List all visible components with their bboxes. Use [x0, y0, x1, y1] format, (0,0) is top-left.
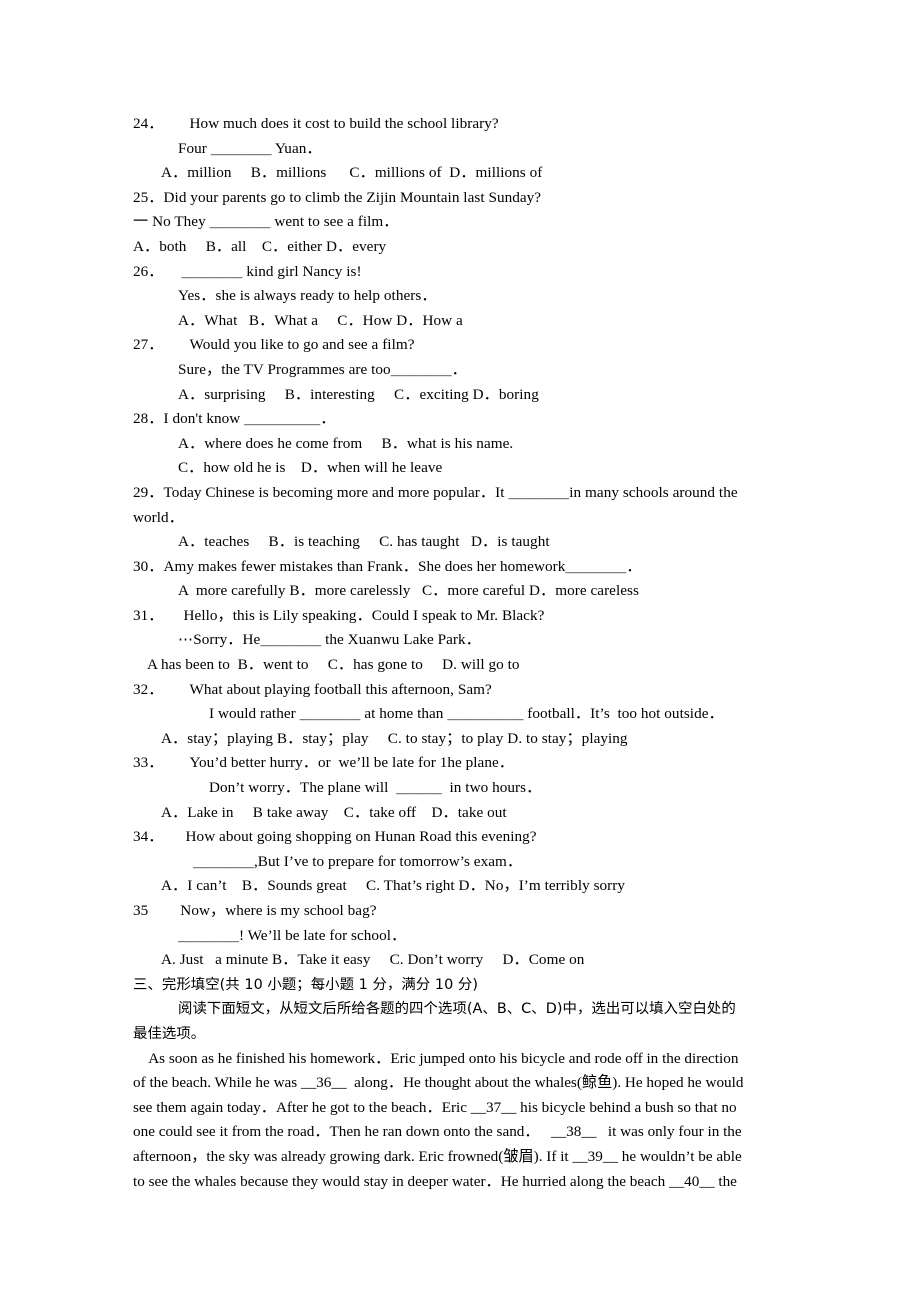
question-31-number: 31． — [133, 606, 164, 624]
question-25-reply: 一 No They ＿＿＿＿ went to see a film． — [133, 213, 399, 231]
question-24-number-and-stem: 24． How much does it cost to build the sc… — [133, 112, 820, 137]
question-26-options: A．What B．What a C．How D．How a — [178, 311, 463, 329]
question-24-number: 24． — [133, 115, 164, 132]
question-30-number-and-stem: 30．Amy makes fewer mistakes than Frank．S… — [133, 555, 820, 580]
question-26-number-and-stem: 26． ＿＿＿＿ kind girl Nancy is! — [133, 260, 820, 285]
question-25-options: A．both B．all C．either D．every — [133, 237, 387, 255]
question-28-options-ab: A．where does he come from B．what is his … — [178, 434, 514, 452]
question-29-stem: Today Chinese is becoming more and more … — [163, 483, 738, 501]
question-34-number: 34． — [133, 828, 164, 846]
question-27-reply: Sure，the TV Programmes are too＿＿＿＿． — [178, 360, 467, 378]
question-32-number: 32． — [133, 680, 164, 698]
question-34-options: A．I can’t B．Sounds great C. That’s right… — [161, 877, 626, 895]
question-33-reply: Don’t worry．The plane will ＿＿＿ in two ho… — [209, 779, 542, 797]
section-instruction-line-1: 阅读下面短文，从短文后所给各题的四个选项(A、B、C、D)中，选出可以填入空白处… — [178, 1001, 736, 1018]
cloze-passage-line-2: of the beach. While he was __36__ along．… — [133, 1074, 744, 1092]
question-35-number-and-stem: 35 Now，where is my school bag? — [133, 899, 820, 924]
cloze-passage-line-1: As soon as he finished his homework．Eric… — [133, 1049, 739, 1067]
question-31-options: A has been to B．went to C．has gone to D.… — [147, 656, 520, 674]
question-33-number: 33． — [133, 754, 164, 772]
question-33-number-and-stem: 33． You’d better hurry．or we’ll be late f… — [133, 751, 820, 776]
question-27-number-and-stem: 27． Would you like to go and see a film? — [133, 333, 820, 358]
question-26-number: 26． — [133, 262, 164, 280]
question-28-stem: I don't know ＿＿＿＿＿． — [163, 410, 336, 428]
question-24-reply: Four ＿＿＿＿ Yuan． — [178, 139, 322, 157]
exam-page: 24． How much does it cost to build the sc… — [0, 0, 920, 1302]
question-32-options: A．stay；playing B．stay；play C. to stay；to… — [161, 729, 628, 747]
question-34-reply: ＿＿＿＿,But I’ve to prepare for tomorrow’s … — [193, 852, 523, 870]
question-35-stem: Now，where is my school bag? — [180, 902, 377, 919]
question-33-options: A．Lake in B take away C．take off D．take … — [161, 803, 507, 821]
question-35-options: A. Just a minute B．Take it easy C. Don’t… — [161, 951, 585, 969]
question-25-number-and-stem: 25．Did your parents go to climb the Ziji… — [133, 186, 820, 211]
question-31-stem: Hello，this is Lily speaking．Could I spea… — [183, 606, 545, 624]
question-28-number-and-stem: 28．I don't know ＿＿＿＿＿． — [133, 407, 820, 432]
question-24-stem: How much does it cost to build the schoo… — [189, 115, 499, 132]
question-27-options: A．surprising B．interesting C．exciting D．… — [178, 385, 539, 403]
question-30-number: 30． — [133, 557, 164, 575]
question-25-stem: Did your parents go to climb the Zijin M… — [163, 188, 542, 206]
question-27-stem: Would you like to go and see a film? — [189, 336, 415, 354]
question-27-number: 27． — [133, 336, 164, 354]
cloze-passage-line-3: see them again today．After he got to the… — [133, 1098, 737, 1116]
section-instruction-line-2: 最佳选项。 — [133, 1025, 206, 1042]
question-24-options: A．million B．millions C．millions of D．mil… — [161, 164, 543, 182]
question-35-reply: ＿＿＿＿! We’ll be late for school． — [178, 926, 407, 944]
question-28-number: 28． — [133, 410, 164, 428]
question-34-stem: How about going shopping on Hunan Road t… — [185, 828, 537, 846]
question-25-number: 25． — [133, 188, 164, 206]
question-31-number-and-stem: 31． Hello，this is Lily speaking．Could I s… — [133, 604, 820, 629]
question-35-number: 35 — [133, 902, 149, 919]
question-33-stem: You’d better hurry．or we’ll be late for … — [189, 754, 515, 772]
question-26-stem: ＿＿＿＿ kind girl Nancy is! — [181, 262, 362, 280]
cloze-passage-line-5: afternoon，the sky was already growing da… — [133, 1147, 742, 1165]
question-29-stem-continuation: world． — [133, 508, 184, 526]
question-29-number: 29． — [133, 483, 164, 501]
cloze-passage-line-4: one could see it from the road．Then he r… — [133, 1123, 742, 1141]
question-30-stem: Amy makes fewer mistakes than Frank．She … — [163, 557, 642, 575]
question-30-options: A more carefully B．more carelessly C．mor… — [178, 582, 639, 600]
question-26-reply: Yes．she is always ready to help others． — [178, 287, 437, 305]
question-32-reply: I would rather ＿＿＿＿ at home than ＿＿＿＿＿ f… — [209, 705, 724, 723]
section-heading-cloze: 三、完形填空(共 10 小题；每小题 1 分，满分 10 分) — [133, 976, 479, 993]
question-31-reply: ⋯Sorry．He＿＿＿＿ the Xuanwu Lake Park． — [178, 631, 481, 649]
question-28-options-cd: C．how old he is D．when will he leave — [178, 459, 443, 477]
question-29-number-and-stem: 29．Today Chinese is becoming more and mo… — [133, 481, 820, 506]
question-34-number-and-stem: 34． How about going shopping on Hunan Roa… — [133, 825, 820, 850]
question-32-number-and-stem: 32． What about playing football this afte… — [133, 678, 820, 703]
cloze-passage-line-6: to see the whales because they would sta… — [133, 1172, 737, 1190]
question-32-stem: What about playing football this afterno… — [189, 680, 492, 698]
question-29-options: A．teaches B．is teaching C. has taught D．… — [178, 533, 550, 551]
